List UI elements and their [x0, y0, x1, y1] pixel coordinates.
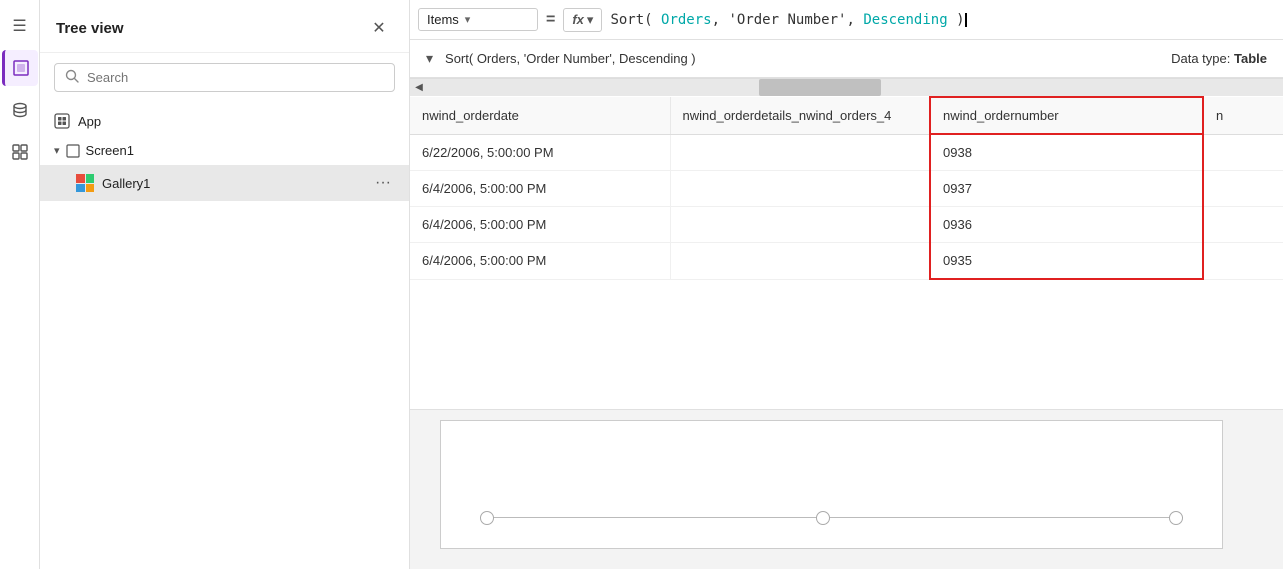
cell-orderdate-3: 6/4/2006, 5:00:00 PM — [410, 207, 670, 243]
cell-ordernumber-3: 0936 — [930, 207, 1203, 243]
cell-orderdetails-1 — [670, 134, 930, 171]
handle-line — [480, 517, 1183, 518]
cell-ordernumber-4: 0935 — [930, 243, 1203, 280]
col-header-orderdetails: nwind_orderdetails_nwind_orders_4 — [670, 97, 930, 134]
scroll-left-arrow[interactable]: ◀ — [410, 79, 428, 96]
table-row: 6/4/2006, 5:00:00 PM 0936 — [410, 207, 1283, 243]
app-icon — [54, 113, 70, 129]
tree-item-app[interactable]: App — [40, 106, 409, 136]
tree-panel: Tree view ✕ App ▾ — [40, 0, 410, 569]
chevron-down-icon: ▾ — [54, 144, 60, 157]
search-icon — [65, 69, 79, 86]
cell-orderdate-1: 6/22/2006, 5:00:00 PM — [410, 134, 670, 171]
formula-input-display[interactable]: Sort( Orders, 'Order Number', Descending… — [602, 12, 1275, 28]
fx-chevron: ▾ — [587, 12, 594, 28]
table-container: ◀ nwind_orderdate nwind_orderdetails_nwi… — [410, 78, 1283, 409]
cell-extra-4 — [1203, 243, 1283, 280]
cell-orderdetails-2 — [670, 171, 930, 207]
cell-orderdetails-3 — [670, 207, 930, 243]
tree-item-screen1[interactable]: ▾ Screen1 — [40, 136, 409, 165]
search-input[interactable] — [87, 70, 384, 85]
equals-sign: = — [538, 11, 563, 29]
fx-label: fx — [572, 12, 584, 27]
preview-formula-text: Sort( Orders, 'Order Number', Descending… — [445, 51, 696, 66]
handle-right[interactable] — [1169, 511, 1183, 525]
collapse-icon[interactable]: ▾ — [426, 50, 433, 67]
property-selector-label: Items — [427, 12, 459, 27]
layers-icon[interactable] — [2, 50, 38, 86]
datatype-value: Table — [1234, 51, 1267, 66]
cell-ordernumber-2: 0937 — [930, 171, 1203, 207]
database-icon[interactable] — [2, 92, 38, 128]
table-row: 6/22/2006, 5:00:00 PM 0938 — [410, 134, 1283, 171]
cell-extra-2 — [1203, 171, 1283, 207]
cell-orderdetails-4 — [670, 243, 930, 280]
cell-extra-1 — [1203, 134, 1283, 171]
canvas-inner[interactable] — [440, 420, 1223, 549]
screen1-label: Screen1 — [86, 143, 134, 158]
tree-search-container — [54, 63, 395, 92]
hamburger-icon[interactable]: ☰ — [2, 8, 38, 44]
table-row: 6/4/2006, 5:00:00 PM 0937 — [410, 171, 1283, 207]
gallery-more-button[interactable]: ··· — [371, 172, 395, 194]
handle-center[interactable] — [816, 511, 830, 525]
tree-header: Tree view ✕ — [40, 0, 409, 53]
cell-extra-3 — [1203, 207, 1283, 243]
horizontal-scrollbar[interactable]: ◀ — [410, 78, 1283, 96]
table-header-row: nwind_orderdate nwind_orderdetails_nwind… — [410, 97, 1283, 134]
col-header-extra: n — [1203, 97, 1283, 134]
data-table: nwind_orderdate nwind_orderdetails_nwind… — [410, 96, 1283, 280]
handle-left[interactable] — [480, 511, 494, 525]
fx-button[interactable]: fx ▾ — [563, 8, 602, 32]
data-preview: ▾ Sort( Orders, 'Order Number', Descendi… — [410, 40, 1283, 569]
tree-title: Tree view — [56, 20, 124, 37]
formula-bar: Items ▾ = fx ▾ Sort( Orders, 'Order Numb… — [410, 0, 1283, 40]
gallery1-label: Gallery1 — [102, 176, 150, 191]
main-area: Items ▾ = fx ▾ Sort( Orders, 'Order Numb… — [410, 0, 1283, 569]
gallery-icon — [76, 174, 94, 192]
scroll-thumb[interactable] — [759, 79, 881, 96]
table-row: 6/4/2006, 5:00:00 PM 0935 — [410, 243, 1283, 280]
icon-bar: ☰ — [0, 0, 40, 569]
col-header-orderdate: nwind_orderdate — [410, 97, 670, 134]
cell-orderdate-2: 6/4/2006, 5:00:00 PM — [410, 171, 670, 207]
col-header-ordernumber: nwind_ordernumber — [930, 97, 1203, 134]
cell-ordernumber-1: 0938 — [930, 134, 1203, 171]
cell-orderdate-4: 6/4/2006, 5:00:00 PM — [410, 243, 670, 280]
screen-icon — [66, 144, 80, 158]
components-icon[interactable] — [2, 134, 38, 170]
property-selector[interactable]: Items ▾ — [418, 8, 538, 31]
app-label: App — [78, 114, 101, 129]
preview-header: ▾ Sort( Orders, 'Order Number', Descendi… — [410, 40, 1283, 78]
property-selector-chevron: ▾ — [465, 13, 471, 26]
tree-close-button[interactable]: ✕ — [365, 14, 393, 42]
canvas-area — [410, 409, 1283, 569]
tree-item-gallery1[interactable]: Gallery1 ··· — [40, 165, 409, 201]
preview-datatype: Data type: Table — [1171, 51, 1267, 66]
tree-items: App ▾ Screen1 Gallery1 ··· — [40, 102, 409, 569]
